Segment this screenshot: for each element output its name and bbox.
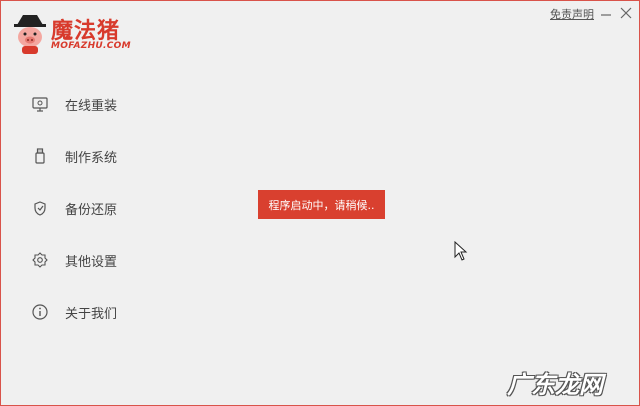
sidebar-item-label: 其他设置 xyxy=(65,254,118,270)
usb-drive-icon xyxy=(35,148,45,164)
mouse-cursor-icon xyxy=(454,241,468,261)
sidebar-item-make-system[interactable]: 制作系统 xyxy=(31,145,191,167)
pig-mascot-icon xyxy=(14,15,46,54)
sidebar-item-other-settings[interactable]: 其他设置 xyxy=(31,249,191,271)
loading-toast: 程序启动中，请稍候.. xyxy=(258,190,385,219)
backup-restore-icon xyxy=(34,201,46,216)
sidebar-item-label: 在线重装 xyxy=(65,98,118,114)
app-window: 魔法猪 MOFAZHU.COM 免责声明 在线重装 制作系统 备份还原 其他设置… xyxy=(0,0,640,406)
brand-subtitle: MOFAZHU.COM xyxy=(51,41,131,51)
minimize-icon[interactable] xyxy=(599,6,613,20)
sidebar-item-backup-restore[interactable]: 备份还原 xyxy=(31,197,191,219)
monitor-icon xyxy=(32,97,48,112)
sidebar-item-online-reinstall[interactable]: 在线重装 xyxy=(31,93,191,115)
watermark-text: 广东龙网 xyxy=(507,371,603,399)
sidebar-item-label: 关于我们 xyxy=(65,306,118,322)
info-icon xyxy=(32,304,48,320)
window-controls xyxy=(599,6,635,20)
disclaimer-link[interactable]: 免责声明 xyxy=(550,6,594,22)
sidebar-item-label: 制作系统 xyxy=(65,150,118,166)
gear-icon xyxy=(32,252,48,268)
close-icon[interactable] xyxy=(619,6,633,20)
sidebar-item-about-us[interactable]: 关于我们 xyxy=(31,301,191,323)
brand-logo: 魔法猪 MOFAZHU.COM xyxy=(11,9,151,57)
sidebar-item-label: 备份还原 xyxy=(65,202,118,218)
